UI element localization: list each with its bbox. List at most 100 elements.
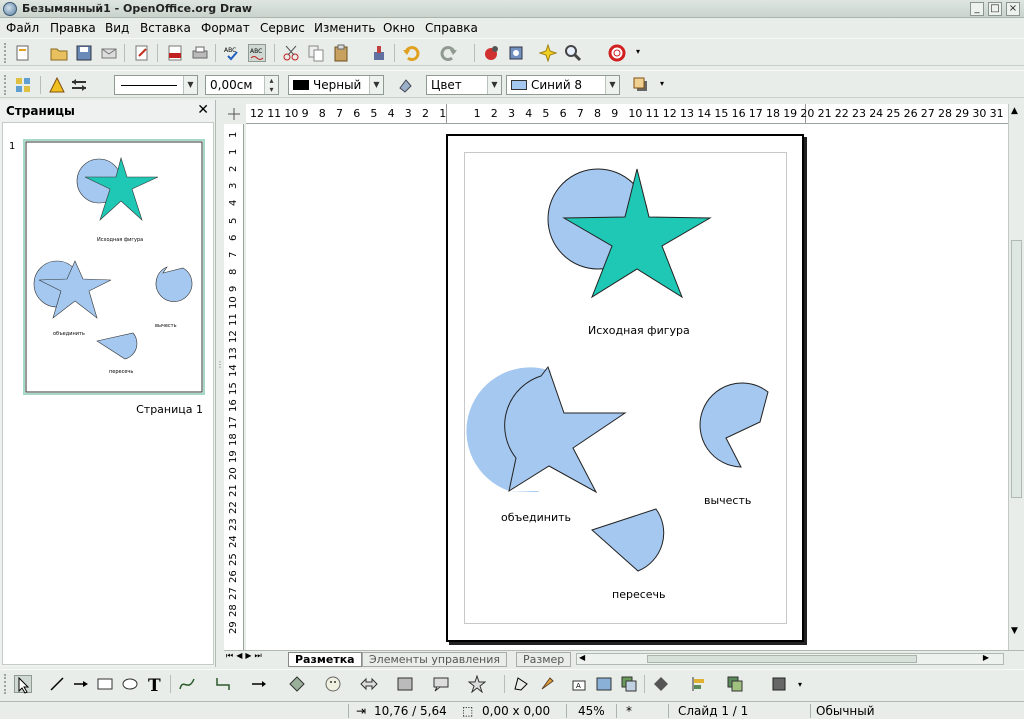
vertical-ruler[interactable]: 1 1 2 3 4 5 6 7 8 9 10 11 12 13 14 15 16 17 18 19 20 21 22 23 24… bbox=[224, 124, 244, 650]
export-pdf-icon[interactable] bbox=[166, 44, 184, 62]
minimize-icon[interactable]: _ bbox=[970, 2, 984, 16]
area-icon[interactable] bbox=[396, 76, 414, 94]
callouts-icon[interactable] bbox=[432, 675, 450, 693]
from-file-icon[interactable] bbox=[595, 675, 613, 693]
glue-points-icon[interactable] bbox=[538, 675, 556, 693]
gallery-icon[interactable] bbox=[620, 675, 638, 693]
menu-format[interactable]: Формат bbox=[201, 21, 250, 35]
toolbar-overflow-icon[interactable]: ▾ bbox=[636, 47, 646, 63]
arrow-style-icon[interactable] bbox=[70, 76, 88, 94]
toolbar-grip[interactable] bbox=[4, 674, 8, 694]
curve-icon[interactable] bbox=[178, 675, 196, 693]
redo-icon[interactable] bbox=[440, 44, 458, 62]
ruler-tick-label: 20 bbox=[228, 467, 239, 480]
ruler-tick-label: 6 bbox=[559, 107, 567, 120]
rotate-icon[interactable] bbox=[652, 675, 670, 693]
extrusion-icon[interactable] bbox=[770, 675, 788, 693]
menu-insert[interactable]: Вставка bbox=[140, 21, 191, 35]
print-icon[interactable] bbox=[191, 44, 209, 62]
email-icon[interactable] bbox=[100, 44, 118, 62]
zoom-level[interactable]: 45% bbox=[578, 703, 605, 719]
undo-icon[interactable] bbox=[402, 44, 420, 62]
line-icon[interactable] bbox=[48, 675, 66, 693]
maximize-icon[interactable]: □ bbox=[988, 2, 1002, 16]
ruler-tick-label: 15 bbox=[228, 381, 239, 395]
stars-icon[interactable] bbox=[468, 675, 486, 693]
line-width-field[interactable]: 0,00см ▴ ▾ bbox=[205, 75, 279, 95]
vertical-scrollbar[interactable]: ▲ ▼ bbox=[1008, 104, 1024, 650]
points-icon[interactable] bbox=[512, 675, 530, 693]
horizontal-scrollbar[interactable]: ◀ ▶ bbox=[576, 653, 1004, 665]
fill-color-select[interactable]: Синий 8 ▼ bbox=[506, 75, 620, 95]
save-icon[interactable] bbox=[75, 44, 93, 62]
scroll-left-icon[interactable]: ◀ bbox=[579, 653, 585, 662]
toolbar-overflow-icon[interactable]: ▾ bbox=[798, 680, 808, 696]
toolbar-grip[interactable] bbox=[4, 43, 8, 63]
menu-file[interactable]: Файл bbox=[6, 21, 39, 35]
toolbar-grip[interactable] bbox=[4, 75, 8, 95]
menu-view[interactable]: Вид bbox=[105, 21, 129, 35]
scroll-thumb[interactable] bbox=[647, 655, 917, 663]
styles-icon[interactable] bbox=[14, 76, 32, 94]
rectangle-icon[interactable] bbox=[96, 675, 114, 693]
line-style-select[interactable]: ▼ bbox=[114, 75, 198, 95]
cut-icon[interactable] bbox=[282, 44, 300, 62]
arrange-icon[interactable] bbox=[726, 675, 744, 693]
flowchart-icon[interactable] bbox=[396, 675, 414, 693]
drawing-canvas[interactable]: Исходная фигура объединить вычесть перес… bbox=[246, 124, 1008, 650]
connector-icon[interactable] bbox=[214, 675, 232, 693]
paste-icon[interactable] bbox=[332, 44, 350, 62]
tab-nav-icon[interactable]: ⏮◀▶⏭ bbox=[226, 651, 265, 661]
spellcheck-icon[interactable]: ABC bbox=[223, 44, 241, 62]
scroll-down-icon[interactable]: ▼ bbox=[1011, 626, 1018, 636]
select-icon[interactable] bbox=[14, 675, 32, 694]
horizontal-ruler[interactable]: 12 11 10 9 8 7 6 5 4 3 2 1 1 2 3 4 5 6 7 8 9 10 11 12 13 14 15 16 17… bbox=[246, 104, 1008, 124]
open-icon[interactable] bbox=[50, 44, 68, 62]
panel-splitter[interactable]: ⋮ bbox=[216, 360, 224, 380]
tab-dimensions[interactable]: Размер bbox=[516, 652, 572, 667]
fontwork-icon[interactable]: A bbox=[570, 675, 588, 693]
ruler-tick-label: 9 bbox=[301, 107, 309, 120]
lines-arrows-icon[interactable] bbox=[250, 675, 268, 693]
navigator-icon[interactable] bbox=[507, 44, 525, 62]
arrow-line-icon[interactable] bbox=[72, 675, 90, 693]
menu-edit[interactable]: Правка bbox=[50, 21, 96, 35]
ellipse-icon[interactable] bbox=[121, 675, 139, 693]
gallery-icon[interactable] bbox=[482, 44, 500, 62]
scroll-right-icon[interactable]: ▶ bbox=[983, 653, 989, 662]
edit-file-icon[interactable] bbox=[133, 44, 151, 62]
page-thumbnail[interactable]: Исходная фигура объединить вычесть перес… bbox=[23, 139, 205, 395]
help-icon[interactable] bbox=[608, 44, 626, 62]
scroll-thumb[interactable] bbox=[1011, 240, 1022, 498]
line-fill-toolbar: ▼ 0,00см ▴ ▾ Черный ▼ Цвет ▼ Синий 8 ▼ ▾ bbox=[0, 70, 1024, 98]
ruler-tick-label: 28 bbox=[228, 604, 239, 617]
tab-controls[interactable]: Элементы управления bbox=[362, 652, 507, 667]
line-color-select[interactable]: Черный ▼ bbox=[288, 75, 384, 95]
ruler-tick-label: 12 bbox=[250, 107, 264, 120]
close-icon[interactable]: × bbox=[1006, 2, 1020, 16]
menu-tools[interactable]: Сервис bbox=[260, 21, 305, 35]
new-icon[interactable] bbox=[14, 44, 32, 62]
shadow-icon[interactable] bbox=[632, 76, 650, 94]
menu-window[interactable]: Окно bbox=[383, 21, 415, 35]
menu-modify[interactable]: Изменить bbox=[314, 21, 376, 35]
toolbar-overflow-icon[interactable]: ▾ bbox=[660, 79, 670, 95]
autospellcheck-icon[interactable]: ABC bbox=[248, 44, 266, 62]
label-intersect: пересечь bbox=[612, 588, 666, 601]
menu-help[interactable]: Справка bbox=[425, 21, 478, 35]
block-arrows-icon[interactable] bbox=[360, 675, 378, 693]
clone-format-icon[interactable] bbox=[370, 44, 388, 62]
scroll-up-icon[interactable]: ▲ bbox=[1011, 106, 1018, 116]
tab-layout[interactable]: Разметка bbox=[288, 652, 362, 667]
area-style-select[interactable]: Цвет ▼ bbox=[426, 75, 502, 95]
symbol-shapes-icon[interactable] bbox=[324, 675, 342, 693]
effects-icon[interactable] bbox=[539, 44, 557, 62]
close-icon[interactable]: ✕ bbox=[197, 102, 209, 118]
text-icon[interactable]: T bbox=[146, 675, 164, 693]
basic-shapes-icon[interactable] bbox=[288, 675, 306, 693]
svg-text:ABC: ABC bbox=[250, 48, 262, 55]
zoom-icon[interactable] bbox=[564, 44, 582, 62]
copy-icon[interactable] bbox=[307, 44, 325, 62]
line-style-icon[interactable] bbox=[48, 76, 66, 94]
align-icon[interactable] bbox=[690, 675, 708, 693]
